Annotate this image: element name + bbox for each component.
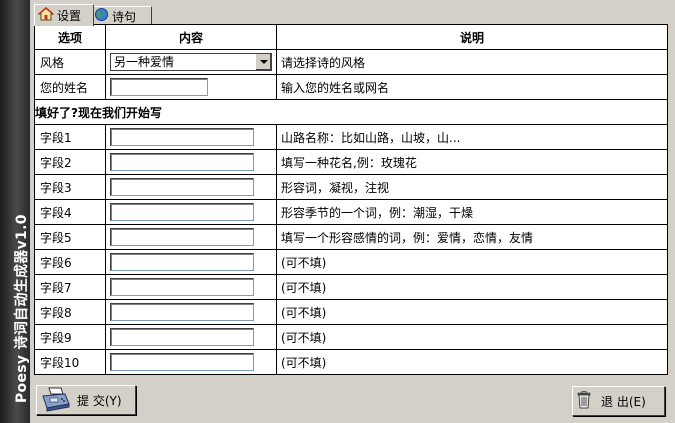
fax-machine-icon xyxy=(41,386,71,415)
field-6-input[interactable] xyxy=(110,253,254,271)
field-6-label: 字段6 xyxy=(34,249,106,275)
field-2-label: 字段2 xyxy=(34,149,106,175)
exit-button[interactable]: 退 出(E) xyxy=(572,386,665,416)
table-row: 字段8 (可不填) xyxy=(34,299,668,325)
field-8-input[interactable] xyxy=(110,303,254,321)
home-icon xyxy=(37,6,55,25)
field-7-label: 字段7 xyxy=(34,274,106,300)
table-row: 字段4 形容季节的一个词，例：潮湿，干燥 xyxy=(34,199,668,225)
field-10-label: 字段10 xyxy=(34,349,106,375)
field-9-input[interactable] xyxy=(110,328,254,346)
style-select-value: 另一种爱情 xyxy=(114,55,175,69)
field-2-description: 填写一种花名,例：玫瑰花 xyxy=(276,149,668,175)
table-row: 字段6 (可不填) xyxy=(34,249,668,275)
field-3-input[interactable] xyxy=(110,178,254,196)
exit-button-label: 退 出(E) xyxy=(601,394,646,409)
table-row: 字段9 (可不填) xyxy=(34,324,668,350)
tab-poem-label: 诗句 xyxy=(112,9,137,24)
column-header-content: 内容 xyxy=(105,24,277,50)
section-row: 填好了?现在我们开始写 xyxy=(34,99,668,125)
side-banner: Poesy 诗词自动生成器v1.0 xyxy=(0,0,30,423)
tab-settings[interactable]: 设置 xyxy=(34,4,94,26)
field-10-input[interactable] xyxy=(110,353,254,371)
table-row: 字段2 填写一种花名,例：玫瑰花 xyxy=(34,149,668,175)
field-3-label: 字段3 xyxy=(34,174,106,200)
field-9-label: 字段9 xyxy=(34,324,106,350)
field-7-description: (可不填) xyxy=(276,274,668,300)
field-1-input[interactable] xyxy=(110,128,254,146)
table-row: 字段7 (可不填) xyxy=(34,274,668,300)
field-4-input[interactable] xyxy=(110,203,254,221)
field-3-description: 形容词，凝视，注视 xyxy=(276,174,668,200)
field-4-label: 字段4 xyxy=(34,199,106,225)
field-5-label: 字段5 xyxy=(34,224,106,250)
field-6-description: (可不填) xyxy=(276,249,668,275)
column-header-description: 说明 xyxy=(276,24,668,50)
field-5-input[interactable] xyxy=(110,228,254,246)
field-5-description: 填写一个形容感情的词，例：爱情，恋情，友情 xyxy=(276,224,668,250)
tab-poem[interactable]: 诗句 xyxy=(90,6,152,25)
column-header-option: 选项 xyxy=(34,24,106,50)
field-4-description: 形容季节的一个词，例：潮湿，干燥 xyxy=(276,199,668,225)
field-9-description: (可不填) xyxy=(276,324,668,350)
table-row: 字段3 形容词，凝视，注视 xyxy=(34,174,668,200)
table-row: 字段10 (可不填) xyxy=(34,349,668,375)
trash-can-icon xyxy=(577,390,591,412)
field-1-description: 山路名称：比如山路，山坡，山... xyxy=(276,124,668,150)
field-8-description: (可不填) xyxy=(276,299,668,325)
app-title: Poesy 诗词自动生成器v1.0 xyxy=(14,214,30,403)
section-title: 填好了?现在我们开始写 xyxy=(34,99,668,125)
field-8-label: 字段8 xyxy=(34,299,106,325)
style-label: 风格 xyxy=(34,49,106,75)
chevron-down-icon[interactable] xyxy=(255,54,271,70)
table-row: 风格 另一种爱情 请选择诗的风格 xyxy=(34,49,668,75)
field-10-description: (可不填) xyxy=(276,349,668,375)
style-description: 请选择诗的风格 xyxy=(276,49,668,75)
table-row: 字段1 山路名称：比如山路，山坡，山... xyxy=(34,124,668,150)
name-label: 您的姓名 xyxy=(34,74,106,100)
table-row: 字段5 填写一个形容感情的词，例：爱情，恋情，友情 xyxy=(34,224,668,250)
settings-table: 选项 内容 说明 风格 另一种爱情 请选择诗的风格 您的姓名 输入您的姓名或网名… xyxy=(34,24,668,375)
name-description: 输入您的姓名或网名 xyxy=(276,74,668,100)
tab-settings-label: 设置 xyxy=(57,9,82,23)
settings-panel: 选项 内容 说明 风格 另一种爱情 请选择诗的风格 您的姓名 输入您的姓名或网名… xyxy=(34,24,668,376)
field-7-input[interactable] xyxy=(110,278,254,296)
style-select[interactable]: 另一种爱情 xyxy=(110,53,272,71)
globe-icon xyxy=(94,7,109,25)
table-header-row: 选项 内容 说明 xyxy=(34,24,668,50)
submit-button[interactable]: 提 交(Y) xyxy=(36,385,136,415)
name-input[interactable] xyxy=(110,78,208,96)
table-row: 您的姓名 输入您的姓名或网名 xyxy=(34,74,668,100)
field-2-input[interactable] xyxy=(110,153,254,171)
field-1-label: 字段1 xyxy=(34,124,106,150)
submit-button-label: 提 交(Y) xyxy=(77,393,122,408)
